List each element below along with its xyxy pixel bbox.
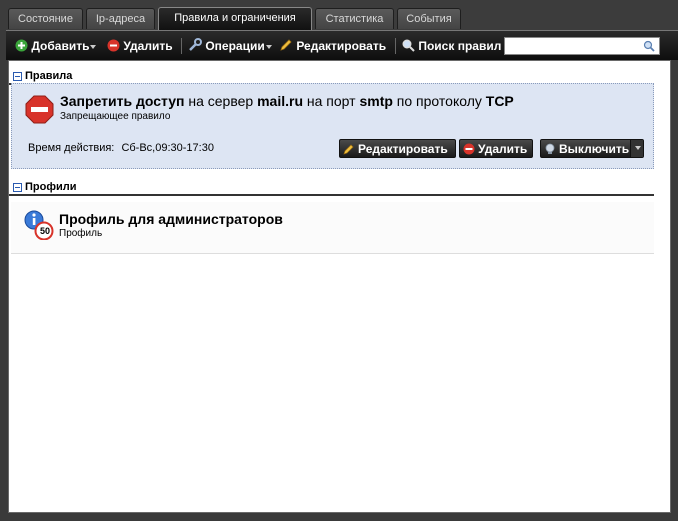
rule-text: на порт <box>303 93 360 109</box>
search-label: Поиск правил <box>418 39 502 53</box>
profile-title: Профиль для администраторов <box>59 211 283 227</box>
pencil-icon <box>280 39 292 51</box>
delete-button[interactable]: Удалить <box>107 38 173 54</box>
delete-icon <box>463 143 475 155</box>
schedule-label: Время действия: <box>28 142 115 154</box>
toolbar-separator <box>395 38 396 54</box>
rule-card[interactable]: Запретить доступ на сервер mail.ru на по… <box>11 83 654 169</box>
add-button[interactable]: Добавить <box>15 38 97 54</box>
rule-edit-button[interactable]: Редактировать <box>339 139 456 158</box>
tab-statistics[interactable]: Статистика <box>315 8 394 29</box>
tab-ip-addresses[interactable]: Ip-адреса <box>86 8 155 29</box>
chevron-down-icon <box>90 44 97 49</box>
delete-label: Удалить <box>123 39 173 53</box>
rule-protocol: TCP <box>485 93 514 109</box>
operations-button[interactable]: Операции <box>188 38 272 54</box>
profile-subtitle: Профиль <box>59 228 103 239</box>
search-icon[interactable] <box>643 40 655 52</box>
rule-disable-button[interactable]: Выключить <box>540 139 644 158</box>
profiles-section-title: Профили <box>25 181 77 193</box>
chevron-down-icon <box>265 44 272 49</box>
tab-rules[interactable]: Правила и ограничения <box>158 7 312 30</box>
rule-delete-button[interactable]: Удалить <box>459 139 533 158</box>
add-label: Добавить <box>31 39 90 53</box>
chevron-down-icon <box>635 146 641 150</box>
search-icon <box>402 39 415 52</box>
toolbar: Добавить Удалить Операции Редактировать … <box>6 30 678 60</box>
search-input[interactable] <box>504 37 660 55</box>
edit-label: Редактировать <box>296 39 387 53</box>
main-panel: Правила Запретить доступ на сервер mail.… <box>8 60 671 513</box>
rule-schedule: Время действия: Сб-Вс,09:30-17:30 <box>28 142 214 154</box>
pencil-icon <box>343 144 354 155</box>
schedule-value: Сб-Вс,09:30-17:30 <box>121 142 214 154</box>
tab-events[interactable]: События <box>397 8 461 29</box>
rule-action: Запретить доступ <box>60 93 185 109</box>
profile-card[interactable]: 50 Профиль для администраторов Профиль <box>11 202 654 254</box>
rule-server: mail.ru <box>257 93 303 109</box>
rule-disable-label: Выключить <box>559 142 630 156</box>
rule-text: по протоколу <box>392 93 486 109</box>
rule-delete-label: Удалить <box>478 142 528 156</box>
tab-status[interactable]: Состояние <box>8 8 83 29</box>
operations-label: Операции <box>205 39 265 53</box>
delete-icon <box>107 39 120 52</box>
limit-badge: 50 <box>39 226 50 236</box>
rule-subtitle: Запрещающее правило <box>60 111 171 122</box>
collapse-icon[interactable] <box>13 183 22 192</box>
lightbulb-icon <box>545 143 555 154</box>
disable-dropdown[interactable] <box>630 140 643 157</box>
rule-text: на сервер <box>184 93 258 109</box>
deny-icon <box>25 95 54 124</box>
wrench-icon <box>189 38 202 51</box>
toolbar-separator <box>181 38 182 54</box>
collapse-icon[interactable] <box>13 72 22 81</box>
edit-button[interactable]: Редактировать <box>279 38 386 54</box>
tab-bar: Состояние Ip-адреса Правила и ограничени… <box>0 0 678 30</box>
rule-port: smtp <box>359 93 393 109</box>
rule-edit-label: Редактировать <box>358 142 448 156</box>
profiles-section-header[interactable]: Профили <box>9 178 654 196</box>
rule-title: Запретить доступ на сервер mail.ru на по… <box>60 93 514 109</box>
add-icon <box>15 39 28 52</box>
search-rules-label: Поиск правил <box>402 38 501 54</box>
